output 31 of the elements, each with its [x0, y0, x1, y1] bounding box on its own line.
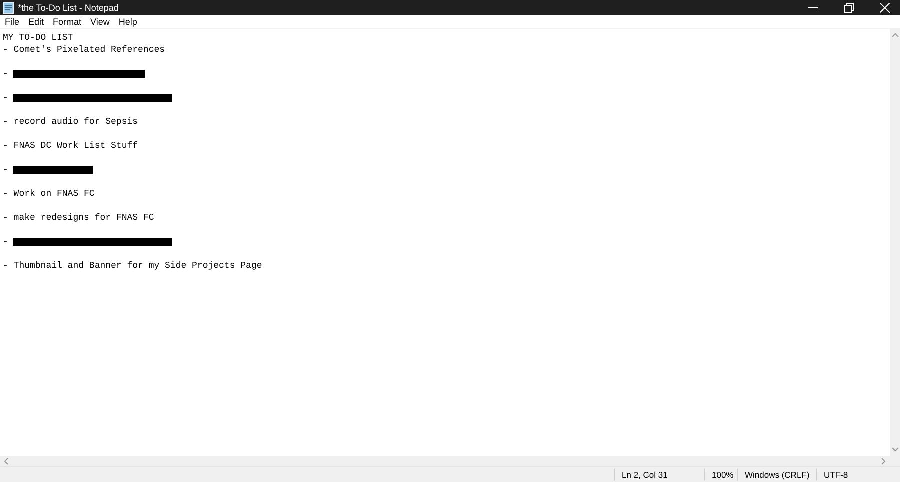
text-line: MY TO-DO LIST	[3, 32, 74, 44]
text-line: -	[3, 68, 8, 80]
text-line: - record audio for Sepsis	[3, 116, 140, 128]
scroll-left-icon[interactable]	[4, 458, 9, 464]
menu-item[interactable]: View	[90, 16, 110, 26]
text-line: -	[3, 236, 8, 248]
notepad-icon	[3, 2, 14, 14]
scroll-up-icon[interactable]	[892, 33, 898, 38]
encoding: UTF-8	[816, 469, 848, 481]
text-editor[interactable]: MY TO-DO LIST - Comet's Pixelated References - - - record audio for Sepsis - FNAS DC Work List Stuff - - Work on FNAS FC - make redesigns for FNAS FC - - Thumbnail and Banner for my Side Projects Page	[0, 29, 890, 456]
restore-icon[interactable]	[844, 2, 854, 12]
menu-item[interactable]: Format	[53, 16, 82, 26]
line-endings: Windows (CRLF)	[737, 469, 810, 481]
text-line: - FNAS DC Work List Stuff	[3, 140, 140, 152]
text-line: -	[3, 164, 8, 176]
vertical-scrollbar[interactable]	[890, 29, 900, 456]
zoom-level: 100%	[704, 469, 734, 481]
menu-item[interactable]: Edit	[28, 16, 44, 26]
close-icon[interactable]	[880, 2, 890, 12]
scroll-right-icon[interactable]	[881, 458, 886, 464]
text-line: - Work on FNAS FC	[3, 188, 96, 200]
text-line: - Thumbnail and Banner for my Side Projects Page	[3, 260, 264, 272]
horizontal-scrollbar[interactable]	[0, 456, 900, 466]
menu-item[interactable]: File	[5, 16, 20, 26]
window-title: *the To-Do List - Notepad	[18, 2, 120, 12]
cursor-position: Ln 2, Col 31	[614, 469, 668, 481]
text-line: - make redesigns for FNAS FC	[3, 212, 156, 224]
scroll-down-icon[interactable]	[892, 447, 898, 452]
text-line: - Comet's Pixelated References	[3, 44, 166, 56]
text-line: -	[3, 92, 8, 104]
menu-item[interactable]: Help	[118, 16, 138, 26]
